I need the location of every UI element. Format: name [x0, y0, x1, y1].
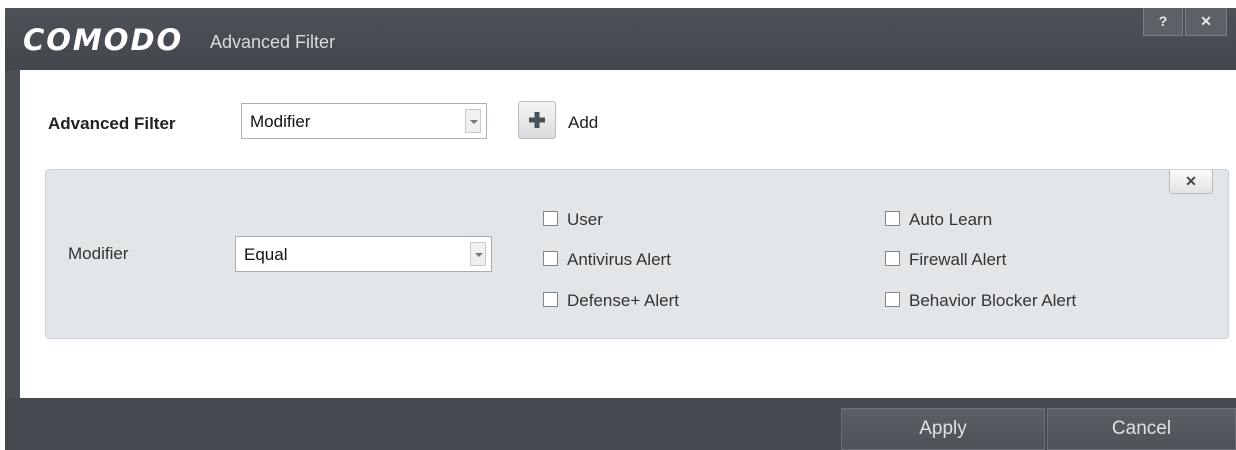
checkbox-box[interactable]: [543, 292, 558, 307]
dialog-footer: Apply Cancel: [5, 398, 1236, 450]
operator-select[interactable]: Equal: [235, 236, 492, 272]
checkbox-label: Defense+ Alert: [567, 291, 679, 310]
help-button[interactable]: ?: [1143, 8, 1183, 36]
comodo-logo: COMODO: [23, 23, 184, 57]
add-filter-button[interactable]: [518, 101, 556, 139]
close-icon: ✕: [1200, 13, 1212, 29]
checkbox-label: Behavior Blocker Alert: [909, 291, 1077, 310]
checkbox-box[interactable]: [885, 292, 900, 307]
advanced-filter-window: COMODO Advanced Filter ? ✕ Advanced Filt…: [5, 8, 1236, 450]
checkbox-box[interactable]: [543, 211, 558, 226]
filter-content: Advanced Filter Modifier Add ✕ Modifier …: [20, 70, 1236, 398]
checkbox-label: User: [567, 210, 603, 229]
window-title: Advanced Filter: [210, 32, 336, 52]
chevron-down-icon: [470, 242, 486, 266]
checkbox-box[interactable]: [543, 251, 558, 266]
filter-condition-panel: ✕ Modifier Equal User Antivirus Alert De…: [45, 169, 1229, 339]
operator-value: Equal: [244, 245, 288, 264]
close-window-button[interactable]: ✕: [1185, 8, 1227, 36]
checkbox-label: Auto Learn: [909, 210, 993, 229]
close-icon: ✕: [1185, 173, 1197, 189]
filter-type-value: Modifier: [250, 112, 311, 131]
cancel-button[interactable]: Cancel: [1047, 408, 1236, 450]
remove-condition-button[interactable]: ✕: [1169, 170, 1213, 194]
filter-type-select[interactable]: Modifier: [241, 103, 487, 139]
advanced-filter-label: Advanced Filter: [48, 114, 176, 133]
modifier-label: Modifier: [68, 244, 129, 263]
checkbox-box[interactable]: [885, 211, 900, 226]
add-label[interactable]: Add: [568, 113, 598, 133]
checkbox-label: Firewall Alert: [909, 250, 1007, 269]
checkbox-label: Antivirus Alert: [567, 250, 671, 269]
title-bar: COMODO Advanced Filter ? ✕: [5, 8, 1236, 70]
checkbox-box[interactable]: [885, 251, 900, 266]
help-icon: ?: [1158, 13, 1168, 29]
plus-icon: [529, 112, 545, 128]
chevron-down-icon: [465, 109, 481, 133]
apply-button[interactable]: Apply: [841, 408, 1045, 450]
